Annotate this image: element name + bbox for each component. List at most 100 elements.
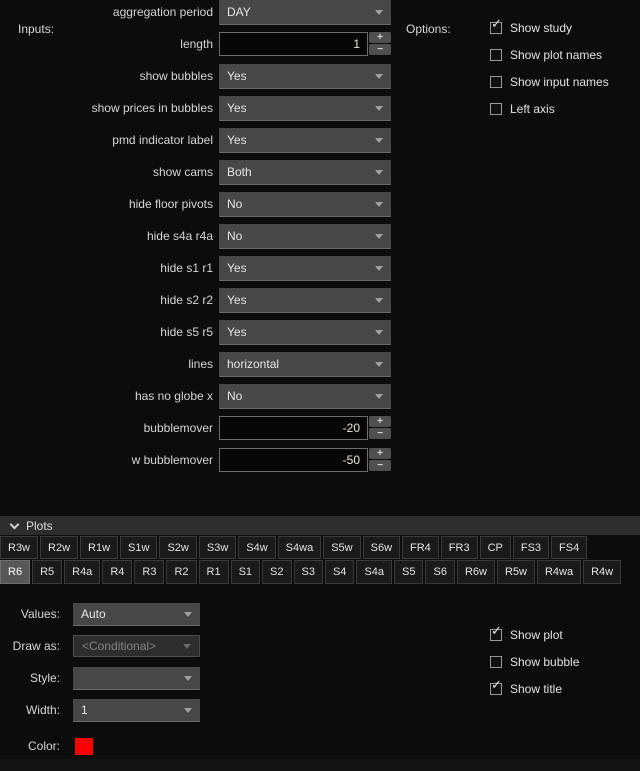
plot-tab-fr3[interactable]: FR3: [441, 536, 478, 559]
number-value: 1: [353, 37, 360, 51]
decrement-button[interactable]: −: [369, 428, 391, 439]
chevron-down-icon: [375, 170, 383, 175]
show-bubble-checkbox[interactable]: ✓: [490, 656, 502, 668]
option-label: Show study: [510, 21, 572, 35]
plot-tab-r6[interactable]: R6: [0, 560, 30, 584]
plot-tab-s1[interactable]: S1: [231, 560, 260, 584]
show-cams-dropdown[interactable]: Both: [219, 160, 391, 184]
length-input[interactable]: 1: [219, 32, 368, 56]
field-row-color: Color:: [0, 735, 93, 757]
chevron-down-icon: [184, 708, 192, 713]
option-show-plot[interactable]: ✓ Show plot: [490, 628, 579, 642]
plot-tab-r3w[interactable]: R3w: [0, 536, 38, 559]
input-label: show bubbles: [0, 64, 213, 88]
decrement-button[interactable]: −: [369, 44, 391, 55]
plot-tab-s6[interactable]: S6: [425, 560, 454, 584]
input-row-hide-s4a-r4a: hide s4a r4a No: [0, 224, 400, 256]
field-label: Width:: [0, 699, 60, 721]
plot-tab-s2[interactable]: S2: [262, 560, 291, 584]
plot-tab-r3[interactable]: R3: [134, 560, 164, 584]
show-plot-checkbox[interactable]: ✓: [490, 629, 502, 641]
options-section-label: Options:: [406, 22, 451, 36]
plot-tab-s5w[interactable]: S5w: [323, 536, 360, 559]
input-label: show prices in bubbles: [0, 96, 213, 120]
show-title-checkbox[interactable]: ✓: [490, 683, 502, 695]
plot-tab-s3w[interactable]: S3w: [199, 536, 236, 559]
hide-s1-r1-dropdown[interactable]: Yes: [219, 256, 391, 280]
color-swatch[interactable]: [75, 738, 93, 755]
width-dropdown[interactable]: 1: [73, 699, 200, 721]
hide-s2-r2-dropdown[interactable]: Yes: [219, 288, 391, 312]
has-no-globe-x-dropdown[interactable]: No: [219, 384, 391, 408]
chevron-down-icon: [183, 644, 191, 649]
dropdown-value: 1: [81, 703, 184, 717]
dropdown-value: No: [227, 229, 375, 243]
decrement-button[interactable]: −: [369, 460, 391, 471]
draw-as-dropdown: <Conditional>: [73, 635, 200, 657]
option-label: Show plot names: [510, 48, 602, 62]
style-dropdown[interactable]: [73, 667, 200, 689]
show-bubbles-dropdown[interactable]: Yes: [219, 64, 391, 88]
w-bubblemover-input[interactable]: -50: [219, 448, 368, 472]
bubblemover-spinner: + −: [369, 416, 391, 440]
chevron-down-icon: [375, 138, 383, 143]
hide-s5-r5-dropdown[interactable]: Yes: [219, 320, 391, 344]
field-label: Values:: [0, 603, 60, 625]
plot-tab-cp[interactable]: CP: [480, 536, 511, 559]
plot-tab-r6w[interactable]: R6w: [457, 560, 495, 584]
option-show-input-names[interactable]: ✓ Show input names: [490, 75, 609, 89]
chevron-down-icon: [375, 298, 383, 303]
bubblemover-input[interactable]: -20: [219, 416, 368, 440]
plot-tab-s4wa[interactable]: S4wa: [278, 536, 322, 559]
plot-tab-r1w[interactable]: R1w: [80, 536, 118, 559]
show-input-names-checkbox[interactable]: ✓: [490, 76, 502, 88]
input-label: hide s5 r5: [0, 320, 213, 344]
plot-tab-s4[interactable]: S4: [325, 560, 354, 584]
increment-button[interactable]: +: [369, 416, 391, 427]
plot-checkbox-list: ✓ Show plot ✓ Show bubble ✓ Show title: [490, 628, 579, 696]
plot-tab-fr4[interactable]: FR4: [402, 536, 439, 559]
option-show-title[interactable]: ✓ Show title: [490, 682, 579, 696]
dropdown-value: Yes: [227, 325, 375, 339]
plot-tab-s4a[interactable]: S4a: [356, 560, 392, 584]
hide-s4a-r4a-dropdown[interactable]: No: [219, 224, 391, 248]
pmd-indicator-label-dropdown[interactable]: Yes: [219, 128, 391, 152]
values-dropdown[interactable]: Auto: [73, 603, 200, 625]
plot-tab-s1w[interactable]: S1w: [120, 536, 157, 559]
show-plot-names-checkbox[interactable]: ✓: [490, 49, 502, 61]
plot-tab-s2w[interactable]: S2w: [159, 536, 196, 559]
left-axis-checkbox[interactable]: ✓: [490, 103, 502, 115]
length-spinner: + −: [369, 32, 391, 56]
dropdown-value: No: [227, 197, 375, 211]
show-study-checkbox[interactable]: ✓: [490, 22, 502, 34]
option-show-study[interactable]: ✓ Show study: [490, 21, 609, 35]
plot-tab-r4wa[interactable]: R4wa: [537, 560, 581, 584]
lines-dropdown[interactable]: horizontal: [219, 352, 391, 376]
plot-tab-fs3[interactable]: FS3: [513, 536, 549, 559]
increment-button[interactable]: +: [369, 32, 391, 43]
plot-tab-r2[interactable]: R2: [166, 560, 196, 584]
plot-tab-s4w[interactable]: S4w: [238, 536, 275, 559]
field-label: Style:: [0, 667, 60, 689]
plot-tab-r4w[interactable]: R4w: [583, 560, 621, 584]
plot-tab-r4[interactable]: R4: [102, 560, 132, 584]
option-show-plot-names[interactable]: ✓ Show plot names: [490, 48, 609, 62]
plot-tab-s3[interactable]: S3: [294, 560, 323, 584]
plot-tab-r5[interactable]: R5: [32, 560, 62, 584]
plot-tab-r4a[interactable]: R4a: [64, 560, 100, 584]
plot-tab-r1[interactable]: R1: [199, 560, 229, 584]
aggregation-period-dropdown[interactable]: DAY: [219, 0, 391, 24]
plot-tab-r2w[interactable]: R2w: [40, 536, 78, 559]
plot-tab-s5[interactable]: S5: [394, 560, 423, 584]
plot-tab-fs4[interactable]: FS4: [551, 536, 587, 559]
plot-tab-r5w[interactable]: R5w: [497, 560, 535, 584]
increment-button[interactable]: +: [369, 448, 391, 459]
option-show-bubble[interactable]: ✓ Show bubble: [490, 655, 579, 669]
input-row-lines: lines horizontal: [0, 352, 400, 384]
plot-tab-s6w[interactable]: S6w: [363, 536, 400, 559]
option-left-axis[interactable]: ✓ Left axis: [490, 102, 609, 116]
hide-floor-pivots-dropdown[interactable]: No: [219, 192, 391, 216]
show-prices-in-bubbles-dropdown[interactable]: Yes: [219, 96, 391, 120]
plots-section-header[interactable]: Plots: [0, 516, 640, 535]
input-label: hide s4a r4a: [0, 224, 213, 248]
